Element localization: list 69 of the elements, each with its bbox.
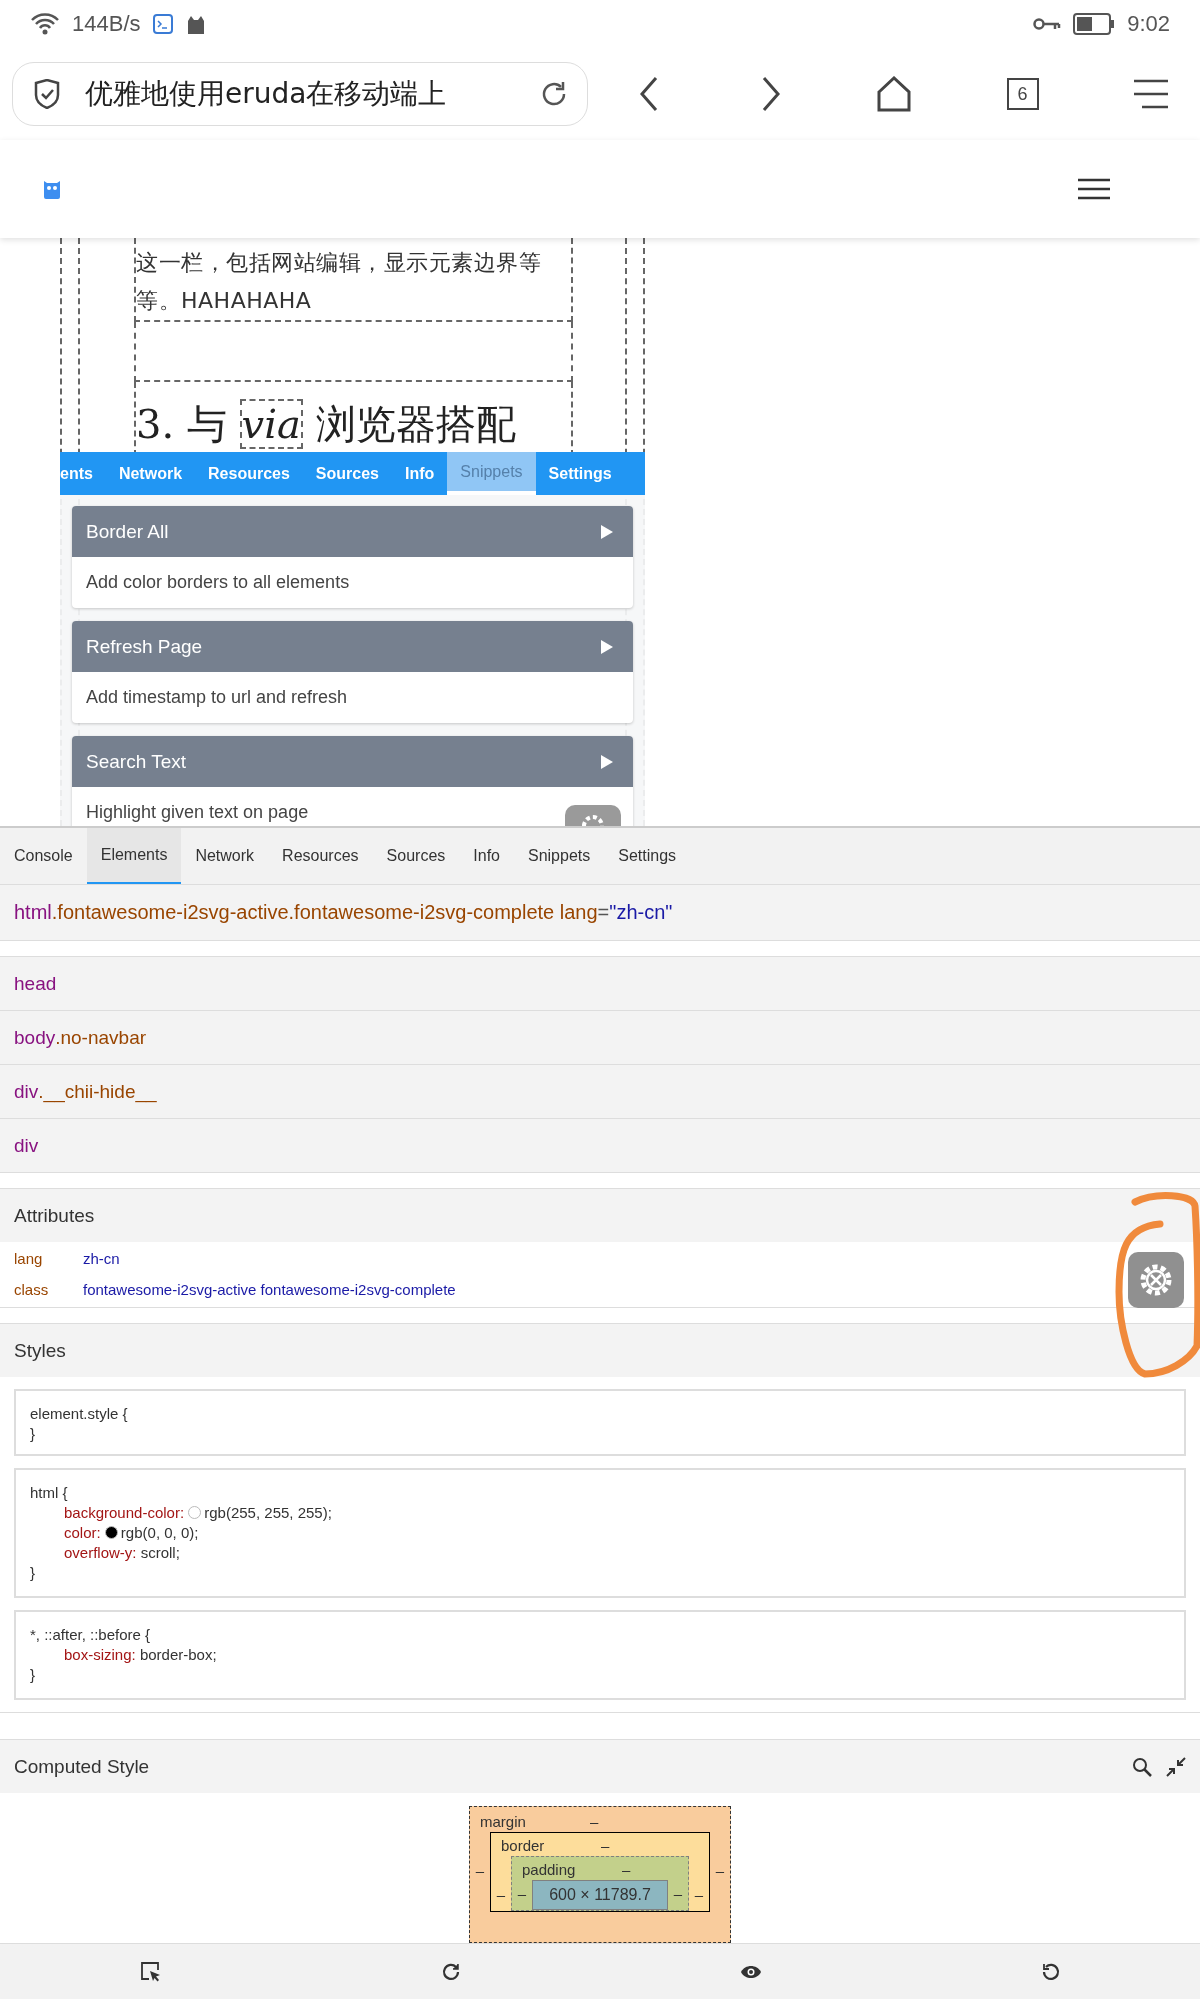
dom-node[interactable]: div.__chii-hide__ [0, 1065, 1200, 1119]
snippet-header[interactable]: Refresh Page [72, 621, 633, 672]
reset-icon[interactable] [1040, 1961, 1061, 1982]
content-size: 600 × 11789.7 [532, 1880, 668, 1910]
eye-icon[interactable] [739, 1963, 762, 1980]
article-paragraph: 这一栏，包括网站编辑，显示元素边界等等。HAHAHAHA [136, 249, 542, 315]
collapse-icon[interactable] [1166, 1756, 1186, 1777]
snippet-description: Highlight given text on page [86, 802, 309, 823]
dom-node[interactable]: div [0, 1119, 1200, 1173]
owl-logo-icon[interactable] [44, 179, 60, 199]
devtools-tab[interactable]: Elements [86, 828, 182, 884]
snippet-description: Add color borders to all elements [86, 572, 350, 593]
attribute-value: zh-cn [83, 1250, 120, 1267]
section-title: Styles [14, 1339, 66, 1362]
rule-brace: } [30, 1665, 36, 1685]
rule-brace: } [30, 1424, 36, 1444]
dom-node[interactable]: head [0, 957, 1200, 1011]
section-title: Computed Style [14, 1755, 150, 1778]
style-declaration: color: rgb(0, 0, 0); [63, 1523, 200, 1543]
menu-icon[interactable] [1078, 178, 1110, 200]
play-icon [601, 754, 613, 769]
play-icon [601, 639, 613, 654]
devtools-tab[interactable]: Sources [372, 828, 460, 884]
devtools-tab[interactable]: Info [459, 828, 514, 884]
snippet-name: Refresh Page [86, 635, 203, 658]
network-speed: 144B/s [72, 11, 141, 37]
selected-element: html.fontawesome-i2svg-active.fontawesome-i2svg-complete lang="zh-cn" [14, 901, 673, 924]
snippet-header[interactable]: Search Text [72, 736, 633, 787]
devtools-tab[interactable]: Settings [604, 828, 691, 884]
attribute-name: class [14, 1281, 50, 1298]
rule-selector: element.style { [30, 1404, 129, 1424]
margin-box: margin – – border – – padding – – 600 × 11789.7 – – – [469, 1806, 731, 1943]
snippet-header[interactable]: Border All [72, 506, 633, 557]
refresh-icon[interactable] [440, 1961, 461, 1982]
style-declaration: box-sizing: border-box; [63, 1645, 218, 1665]
devtools-tab[interactable]: Console [0, 828, 87, 884]
battery-icon [1073, 13, 1116, 35]
rule-selector: html { [30, 1483, 69, 1503]
devtools-tab[interactable]: Snippets [513, 828, 605, 884]
rule-selector: *, ::after, ::before { [30, 1625, 152, 1645]
padding-box: padding – – 600 × 11789.7 – [511, 1856, 689, 1911]
devtools-tab[interactable]: Network [181, 828, 269, 884]
clock: 9:02 [1127, 11, 1170, 37]
terminal-icon [152, 14, 173, 34]
address-bar[interactable]: 优雅地使用eruda在移动端上 [12, 62, 588, 126]
search-icon[interactable] [1132, 1756, 1152, 1777]
style-declaration: overflow-y: scroll; [63, 1543, 181, 1563]
shield-icon [33, 79, 61, 109]
attribute-value: fontawesome-i2svg-active fontawesome-i2svg-complete [83, 1281, 456, 1298]
devtools-tab[interactable]: Resources [268, 828, 373, 884]
snippet-name: Border All [86, 520, 169, 543]
settings-button[interactable] [1128, 1252, 1184, 1308]
border-box: border – – padding – – 600 × 11789.7 – – [490, 1832, 710, 1912]
section-title: Attributes [14, 1204, 95, 1227]
wifi-icon [30, 12, 60, 36]
select-element-icon[interactable] [139, 1960, 162, 1983]
play-icon [601, 524, 613, 539]
home-icon[interactable] [877, 76, 911, 112]
tabs-counter[interactable]: 6 [1006, 78, 1039, 110]
page-title: 优雅地使用eruda在移动端上 [85, 76, 448, 112]
rule-brace: } [30, 1563, 36, 1583]
snippet-name: Search Text [86, 750, 186, 773]
dom-node[interactable]: body.no-navbar [0, 1011, 1200, 1065]
article-heading: 3. 与 via 浏览器搭配 [136, 398, 517, 451]
attribute-name: lang [14, 1250, 44, 1267]
style-declaration: background-color: rgb(255, 255, 255); [63, 1503, 333, 1523]
menu-icon[interactable] [1134, 79, 1168, 109]
snippet-description: Add timestamp to url and refresh [86, 687, 348, 708]
key-icon [1033, 16, 1062, 32]
